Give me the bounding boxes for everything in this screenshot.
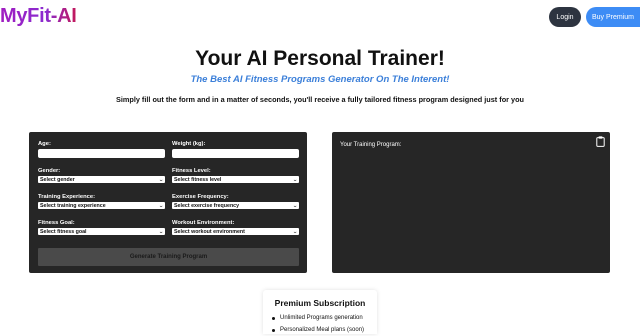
age-field-group: Age:	[38, 141, 165, 158]
fitness-level-field-group: Fitness Level: Select fitness level ⌄	[172, 168, 299, 183]
age-label: Age:	[38, 141, 51, 147]
logo[interactable]: MyFit-AI	[0, 5, 77, 28]
weight-input[interactable]	[172, 149, 299, 158]
login-button[interactable]: Login	[549, 7, 581, 27]
page-description: Simply fill out the form and in a matter…	[115, 95, 524, 104]
frequency-field-group: Exercise Frequency: Select exercise freq…	[172, 194, 299, 209]
training-program-output: Your Training Program:	[332, 132, 610, 273]
goal-select[interactable]: Select fitness goal ⌄	[38, 228, 165, 235]
age-input[interactable]	[38, 149, 165, 158]
environment-field-group: Workout Environment: Select workout envi…	[172, 220, 299, 235]
gender-label: Gender:	[38, 168, 61, 174]
bullet-icon	[272, 328, 275, 332]
environment-select[interactable]: Select workout environment ⌄	[172, 228, 299, 235]
goal-label: Fitness Goal:	[38, 220, 75, 226]
program-form: Age: Weight (kg): Gender: Select gender …	[29, 132, 307, 273]
list-item: Personalized Meal plans (soon)	[272, 324, 364, 336]
feature-label: Personalized Meal plans (soon)	[280, 327, 365, 333]
feature-label: Unlimited Programs generation	[280, 315, 363, 321]
environment-label: Workout Environment:	[172, 220, 235, 226]
frequency-label: Exercise Frequency:	[172, 194, 229, 200]
experience-select-value: Select training experience	[40, 202, 106, 209]
bullet-icon	[272, 316, 275, 320]
buy-premium-button[interactable]: Buy Premium	[586, 7, 640, 27]
chevron-down-icon: ⌄	[158, 202, 164, 209]
frequency-select[interactable]: Select exercise frequency ⌄	[172, 202, 299, 209]
clipboard-icon[interactable]	[596, 136, 605, 147]
weight-field-group: Weight (kg):	[172, 141, 299, 158]
goal-select-value: Select fitness goal	[40, 228, 87, 235]
training-program-label: Your Training Program:	[340, 142, 402, 148]
top-navbar: MyFit-AI Login Buy Premium	[0, 0, 640, 34]
page-title: Your AI Personal Trainer!	[195, 47, 445, 70]
fitness-level-select[interactable]: Select fitness level ⌄	[172, 176, 299, 183]
weight-label: Weight (kg):	[172, 141, 206, 147]
gender-select-value: Select gender	[40, 176, 75, 183]
goal-field-group: Fitness Goal: Select fitness goal ⌄	[38, 220, 165, 235]
environment-select-value: Select workout environment	[174, 228, 245, 235]
experience-select[interactable]: Select training experience ⌄	[38, 202, 165, 209]
page-subtitle: The Best AI Fitness Programs Generator O…	[190, 74, 450, 85]
fitness-level-select-value: Select fitness level	[174, 176, 222, 183]
premium-subscription-card: Premium Subscription Unlimited Programs …	[263, 290, 377, 334]
chevron-down-icon: ⌄	[292, 228, 298, 235]
subscription-title: Premium Subscription	[274, 298, 366, 308]
gender-select[interactable]: Select gender ⌄	[38, 176, 165, 183]
frequency-select-value: Select exercise frequency	[174, 202, 240, 209]
chevron-down-icon: ⌄	[292, 176, 298, 183]
generate-program-button[interactable]: Generate Training Program	[38, 248, 299, 266]
experience-field-group: Training Experience: Select training exp…	[38, 194, 165, 209]
chevron-down-icon: ⌄	[158, 228, 164, 235]
list-item: Unlimited Programs generation	[272, 312, 364, 324]
experience-label: Training Experience:	[38, 194, 96, 200]
gender-field-group: Gender: Select gender ⌄	[38, 168, 165, 183]
subscription-features: Unlimited Programs generation Personaliz…	[272, 312, 364, 336]
chevron-down-icon: ⌄	[292, 202, 298, 209]
chevron-down-icon: ⌄	[158, 176, 164, 183]
fitness-level-label: Fitness Level:	[172, 168, 211, 174]
